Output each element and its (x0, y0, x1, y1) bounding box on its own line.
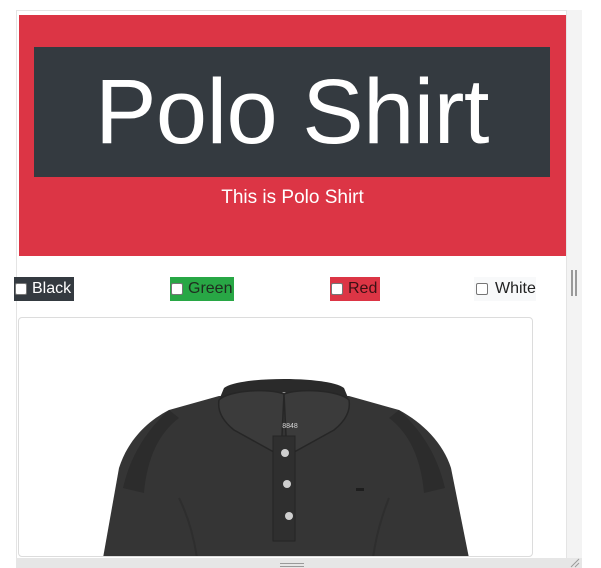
product-image-card: 8848 (18, 317, 533, 557)
button-2 (283, 480, 291, 488)
hero-banner: Polo Shirt This is Polo Shirt (19, 15, 566, 256)
checkbox-black[interactable] (15, 283, 27, 295)
chest-logo (356, 488, 364, 491)
polo-shirt-image: 8848 (103, 379, 469, 556)
scrollbar-thumb[interactable] (571, 270, 578, 296)
button-1 (281, 449, 289, 457)
page-title: Polo Shirt (95, 61, 489, 163)
color-label-red: Red (348, 280, 378, 297)
checkbox-white[interactable] (476, 283, 488, 295)
button-3 (285, 512, 293, 520)
color-label-black: Black (32, 280, 72, 297)
title-box: Polo Shirt (34, 47, 550, 177)
brand-tag: 8848 (282, 423, 298, 430)
color-option-white[interactable]: White (474, 277, 536, 301)
checkbox-red[interactable] (331, 283, 343, 295)
color-label-white: White (495, 280, 536, 297)
color-option-black[interactable]: Black (14, 277, 74, 301)
page-subtitle: This is Polo Shirt (221, 187, 364, 208)
color-label-green: Green (188, 280, 233, 297)
color-option-red[interactable]: Red (330, 277, 380, 301)
resize-corner-icon[interactable] (568, 558, 582, 568)
color-option-green[interactable]: Green (170, 277, 234, 301)
resize-grip-icon[interactable] (280, 563, 304, 567)
checkbox-green[interactable] (171, 283, 183, 295)
